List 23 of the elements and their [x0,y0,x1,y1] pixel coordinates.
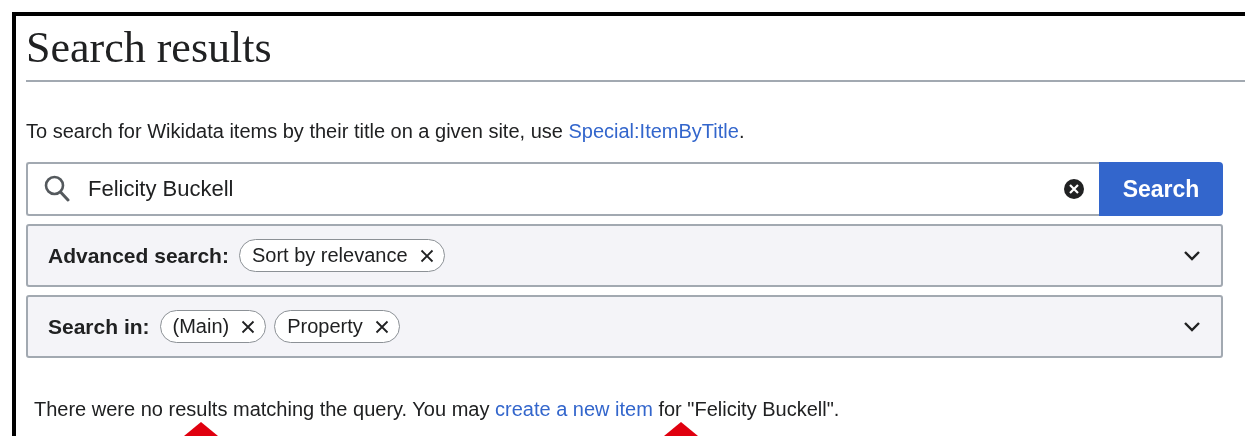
create-item-link[interactable]: create a new item [495,398,653,420]
no-results-message: There were no results matching the query. You may create a new item for "Felicity Buckell". [34,398,841,421]
search-field[interactable]: Felicity Buckell [26,162,1099,216]
panel-label: Search in: [48,314,150,339]
filter-panel[interactable]: Search in: (Main) Property [26,295,1223,358]
item-by-title-link[interactable]: Special:ItemByTitle [568,120,739,142]
page-title: Search results [26,22,272,74]
intro-text: To search for Wikidata items by their title on a given site, use Special:ItemByTitle. [26,119,746,144]
chevron-icon[interactable] [1183,249,1201,262]
panel-label: Advanced search: [48,243,229,268]
search-button[interactable]: Search [1099,162,1223,216]
search-icon [44,175,70,203]
close-icon[interactable] [241,319,256,334]
arrowhead-icon [664,422,698,436]
chevron-icon[interactable] [1183,320,1201,333]
filter-panel[interactable]: Advanced search: Sort by relevance [26,224,1223,287]
arrowhead-icon [184,422,218,436]
filter-chip[interactable]: (Main) [159,310,267,343]
filter-chip[interactable]: Sort by relevance [238,239,445,272]
close-icon[interactable] [419,248,434,263]
close-icon[interactable] [374,319,389,334]
filter-chip[interactable]: Property [274,310,400,343]
clear-icon[interactable] [1063,178,1085,200]
